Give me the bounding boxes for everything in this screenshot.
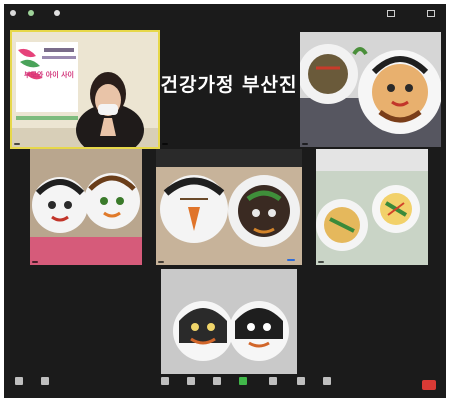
top-bar (4, 4, 446, 22)
camera-icon (41, 377, 49, 385)
record-icon (269, 377, 277, 385)
video-button[interactable] (34, 377, 56, 387)
participant-name-pill (287, 259, 295, 261)
meeting-info[interactable] (10, 8, 19, 18)
record-icon (54, 10, 60, 16)
share-screen-button[interactable] (232, 377, 254, 387)
reactions-button[interactable] (290, 377, 312, 387)
chat-button[interactable] (206, 377, 228, 387)
video-tile-7[interactable] (161, 269, 297, 382)
participant-video-1 (12, 32, 158, 147)
meeting-window: 부모와 아이 사이 건강가정 부산진 (4, 4, 446, 398)
participants-button[interactable] (180, 377, 202, 387)
participant-video-5 (156, 149, 302, 265)
grid-view-icon (387, 9, 395, 17)
participant-name-1 (14, 143, 20, 145)
apps-icon (323, 377, 331, 385)
participant-name-3 (302, 143, 308, 145)
banner-text: 부모와 아이 사이 (24, 71, 74, 79)
chat-icon (213, 377, 221, 385)
participant-display-name: 건강가정 부산진 (160, 74, 298, 96)
record-button[interactable] (262, 377, 284, 387)
fullscreen-toggle[interactable] (427, 8, 438, 18)
participant-video-6 (316, 149, 428, 265)
meeting-toolbar (4, 374, 446, 398)
participant-video-3 (300, 32, 441, 147)
video-tile-2[interactable]: 건강가정 부산진 (160, 32, 298, 147)
security-indicator[interactable] (28, 8, 37, 18)
participant-name-2 (162, 143, 168, 145)
security-button[interactable] (154, 377, 176, 387)
fullscreen-icon (427, 9, 435, 17)
participant-name-4 (32, 261, 38, 263)
participant-name-5 (158, 261, 164, 263)
participants-icon (187, 377, 195, 385)
video-tile-6[interactable] (316, 149, 428, 265)
mute-button[interactable] (8, 377, 30, 387)
end-meeting-button[interactable] (422, 380, 436, 390)
view-toggle[interactable] (387, 8, 398, 18)
info-icon (10, 10, 16, 16)
video-tile-5[interactable] (156, 149, 302, 265)
share-screen-icon (239, 377, 247, 385)
recording-indicator[interactable] (54, 8, 63, 18)
participant-video-7 (161, 269, 297, 382)
apps-button[interactable] (316, 377, 338, 387)
reactions-icon (297, 377, 305, 385)
participant-video-4 (30, 149, 142, 265)
video-tile-4[interactable] (30, 149, 142, 265)
participant-name-6 (318, 261, 324, 263)
video-tile-3[interactable] (300, 32, 441, 147)
microphone-icon (15, 377, 23, 385)
shield-icon (28, 10, 34, 16)
security-icon (161, 377, 169, 385)
video-tile-1[interactable]: 부모와 아이 사이 (10, 30, 160, 149)
